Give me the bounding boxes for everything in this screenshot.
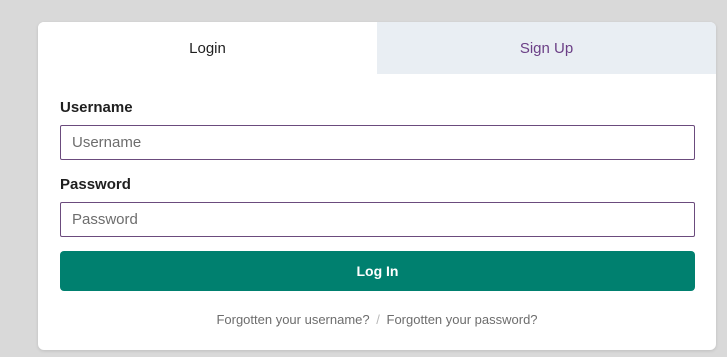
tab-login-label: Login <box>189 39 226 57</box>
forgot-password-link[interactable]: Forgotten your password? <box>387 312 538 327</box>
password-label: Password <box>60 176 131 193</box>
page: Login Sign Up Username Password Log In F… <box>0 0 727 357</box>
login-button[interactable]: Log In <box>60 251 695 291</box>
login-form: Username Password Log In Forgotten your … <box>38 99 716 327</box>
username-label: Username <box>60 99 133 116</box>
link-separator: / <box>376 312 380 327</box>
forgot-username-link[interactable]: Forgotten your username? <box>216 312 369 327</box>
tab-signup[interactable]: Sign Up <box>377 22 716 74</box>
forgot-links: Forgotten your username? / Forgotten you… <box>60 312 694 327</box>
password-input[interactable] <box>60 202 695 237</box>
tab-login[interactable]: Login <box>38 22 377 74</box>
tab-signup-label: Sign Up <box>519 39 574 57</box>
login-card: Login Sign Up Username Password Log In F… <box>38 22 716 350</box>
username-input[interactable] <box>60 125 695 160</box>
auth-tabs: Login Sign Up <box>38 22 716 74</box>
